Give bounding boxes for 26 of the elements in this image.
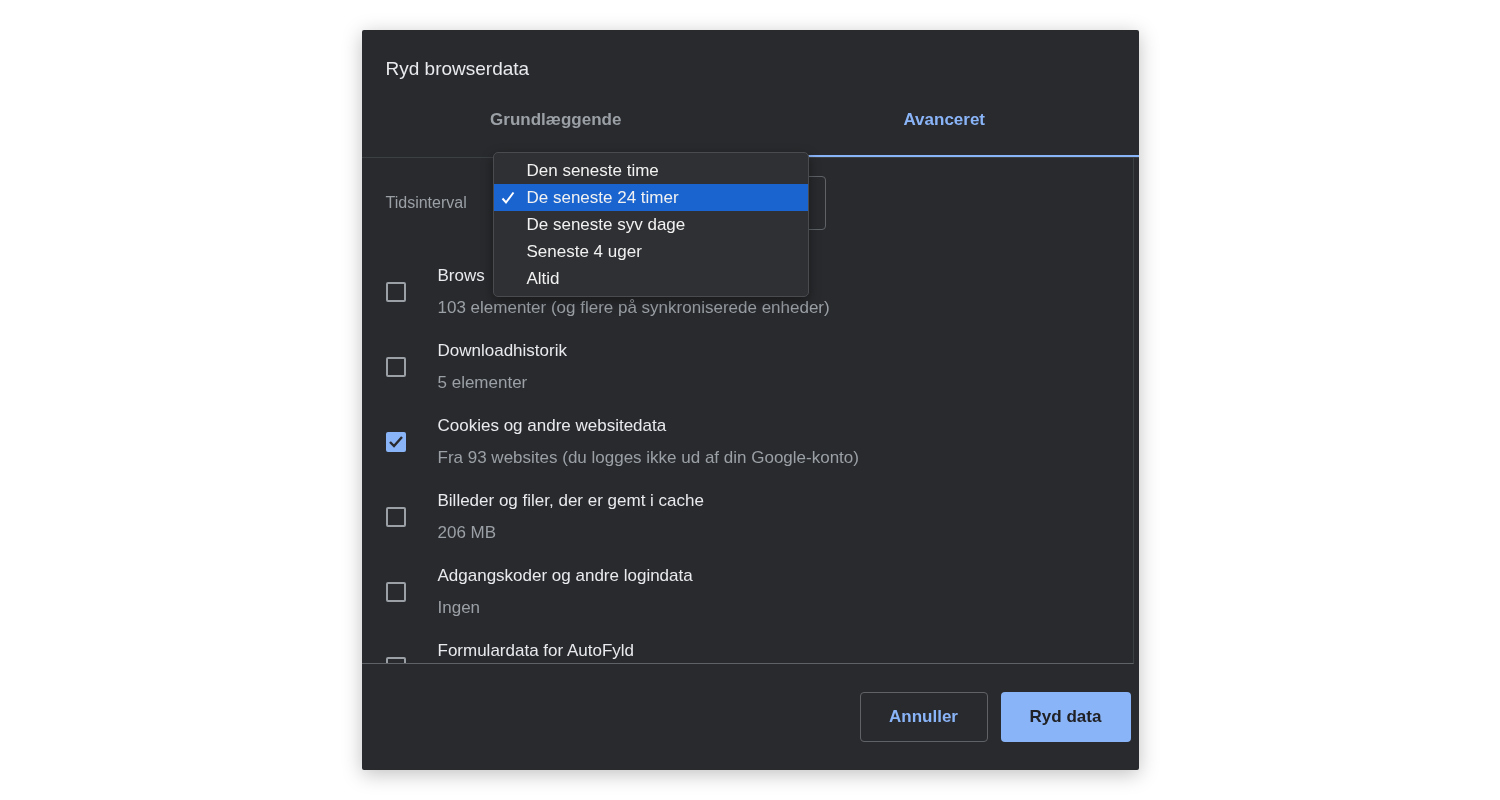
- checkbox[interactable]: [385, 356, 406, 377]
- item-detail: 206 MB: [437, 521, 497, 544]
- clear-data-button[interactable]: Ryd data: [1000, 692, 1131, 742]
- checkbox[interactable]: [385, 506, 406, 527]
- checkbox[interactable]: [385, 281, 406, 302]
- menu-item[interactable]: Den seneste time: [493, 157, 808, 184]
- item-detail: Fra 93 websites (du logges ikke ud af din Google-konto): [437, 446, 859, 469]
- item-detail: 5 elementer: [437, 371, 528, 394]
- item-title: Billeder og filer, der er gemt i cache: [437, 489, 704, 512]
- dialog-title: Ryd browserdata: [384, 57, 531, 81]
- item-detail: 103 elementer (og flere på synkroniserede enheder): [437, 296, 830, 319]
- item-title: Downloadhistorik: [437, 339, 567, 362]
- menu-item[interactable]: De seneste 24 timer: [493, 184, 808, 211]
- item-title: Formulardata for AutoFyld: [437, 639, 635, 662]
- menu-item[interactable]: De seneste syv dage: [493, 211, 808, 238]
- item-detail: Ingen: [437, 596, 481, 619]
- menu-item[interactable]: Seneste 4 uger: [493, 238, 808, 265]
- checkbox[interactable]: [385, 581, 406, 602]
- item-title: Adgangskoder og andre logindata: [437, 564, 693, 587]
- cancel-button[interactable]: Annuller: [859, 692, 988, 742]
- checkbox[interactable]: [385, 431, 406, 452]
- check-icon: [500, 191, 515, 205]
- time-range-label: Tidsinterval: [385, 194, 468, 212]
- menu-item[interactable]: Altid: [493, 265, 808, 292]
- item-title: Cookies og andre websitedata: [437, 414, 667, 437]
- item-title: Brows: [437, 264, 485, 287]
